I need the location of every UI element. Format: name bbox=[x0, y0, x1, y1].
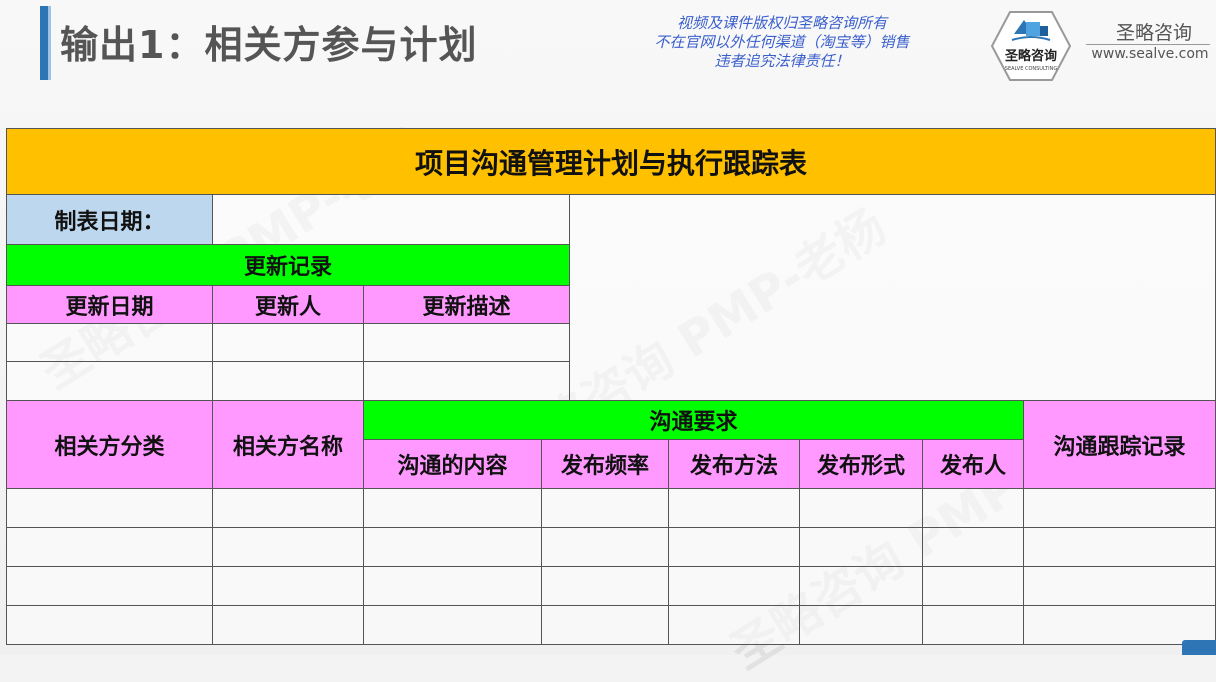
logo-text: 圣略咨询 bbox=[1005, 48, 1057, 64]
table-cell[interactable] bbox=[799, 605, 923, 645]
table-cell[interactable] bbox=[6, 527, 213, 567]
brand-divider bbox=[1086, 44, 1210, 45]
column-header-stakeholder-category: 相关方分类 bbox=[6, 400, 213, 489]
company-logo: 圣略咨询 SEALVE CONSULTING bbox=[990, 11, 1072, 81]
table-cell[interactable] bbox=[922, 566, 1024, 606]
table-cell[interactable] bbox=[922, 605, 1024, 645]
table-cell[interactable] bbox=[541, 488, 669, 528]
table-cell[interactable] bbox=[363, 566, 542, 606]
table-cell[interactable] bbox=[668, 566, 800, 606]
copyright-line: 违者追究法律责任！ bbox=[714, 52, 850, 70]
table-cell[interactable] bbox=[6, 488, 213, 528]
table-cell[interactable] bbox=[799, 527, 923, 567]
table-cell[interactable] bbox=[212, 605, 364, 645]
table-cell[interactable] bbox=[6, 323, 213, 362]
copyright-line: 不在官网以外任何渠道（淘宝等）销售 bbox=[654, 33, 910, 51]
table-cell[interactable] bbox=[363, 361, 570, 401]
date-label: 制表日期： bbox=[6, 194, 213, 245]
table-cell[interactable] bbox=[212, 361, 364, 401]
table-cell[interactable] bbox=[799, 488, 923, 528]
table-cell[interactable] bbox=[363, 488, 542, 528]
table-cell[interactable] bbox=[922, 488, 1024, 528]
column-header-format: 发布形式 bbox=[799, 439, 923, 489]
table-cell[interactable] bbox=[212, 488, 364, 528]
column-header-tracking-record: 沟通跟踪记录 bbox=[1023, 400, 1216, 489]
column-header-comm-content: 沟通的内容 bbox=[363, 439, 542, 489]
update-record-header: 更新记录 bbox=[6, 244, 570, 286]
date-value-cell[interactable] bbox=[212, 194, 570, 245]
table-title: 项目沟通管理计划与执行跟踪表 bbox=[6, 128, 1216, 195]
table-cell[interactable] bbox=[1023, 566, 1216, 606]
table-cell[interactable] bbox=[1023, 605, 1216, 645]
table-cell[interactable] bbox=[541, 566, 669, 606]
table-cell[interactable] bbox=[541, 527, 669, 567]
table-cell[interactable] bbox=[6, 566, 213, 606]
table-cell[interactable] bbox=[6, 361, 213, 401]
table-cell[interactable] bbox=[668, 527, 800, 567]
copyright-notice: 视频及课件版权归圣略咨询所有 不在官网以外任何渠道（淘宝等）销售 违者追究法律责… bbox=[612, 14, 952, 71]
page-title: 输出1：相关方参与计划 bbox=[60, 23, 478, 67]
table-cell[interactable] bbox=[363, 605, 542, 645]
table-cell[interactable] bbox=[668, 605, 800, 645]
table-cell[interactable] bbox=[922, 527, 1024, 567]
table-cell[interactable] bbox=[212, 527, 364, 567]
brand-name: 圣略咨询 bbox=[1115, 22, 1192, 44]
logo-subtext: SEALVE CONSULTING bbox=[1005, 66, 1058, 72]
column-header-frequency: 发布频率 bbox=[541, 439, 669, 489]
blank-area bbox=[569, 194, 1216, 401]
column-header-publisher: 发布人 bbox=[922, 439, 1024, 489]
table-cell[interactable] bbox=[212, 323, 364, 362]
title-accent-bar bbox=[40, 6, 48, 80]
table-cell[interactable] bbox=[6, 605, 213, 645]
table-cell[interactable] bbox=[363, 323, 570, 362]
column-header-method: 发布方法 bbox=[668, 439, 800, 489]
column-header-stakeholder-name: 相关方名称 bbox=[212, 400, 364, 489]
title-accent-bar bbox=[48, 6, 51, 80]
column-header-update-desc: 更新描述 bbox=[363, 285, 570, 324]
column-header-updater: 更新人 bbox=[212, 285, 364, 324]
table-cell[interactable] bbox=[668, 488, 800, 528]
table-cell[interactable] bbox=[363, 527, 542, 567]
table-cell[interactable] bbox=[212, 566, 364, 606]
copyright-line: 视频及课件版权归圣略咨询所有 bbox=[676, 14, 887, 32]
table-cell[interactable] bbox=[799, 566, 923, 606]
table-cell[interactable] bbox=[1023, 527, 1216, 567]
comm-requirements-header: 沟通要求 bbox=[363, 400, 1024, 440]
corner-badge-icon bbox=[1182, 640, 1216, 655]
column-header-update-date: 更新日期 bbox=[6, 285, 213, 324]
table-cell[interactable] bbox=[1023, 488, 1216, 528]
brand-url: www.sealve.com bbox=[1091, 46, 1209, 62]
table-cell[interactable] bbox=[541, 605, 669, 645]
